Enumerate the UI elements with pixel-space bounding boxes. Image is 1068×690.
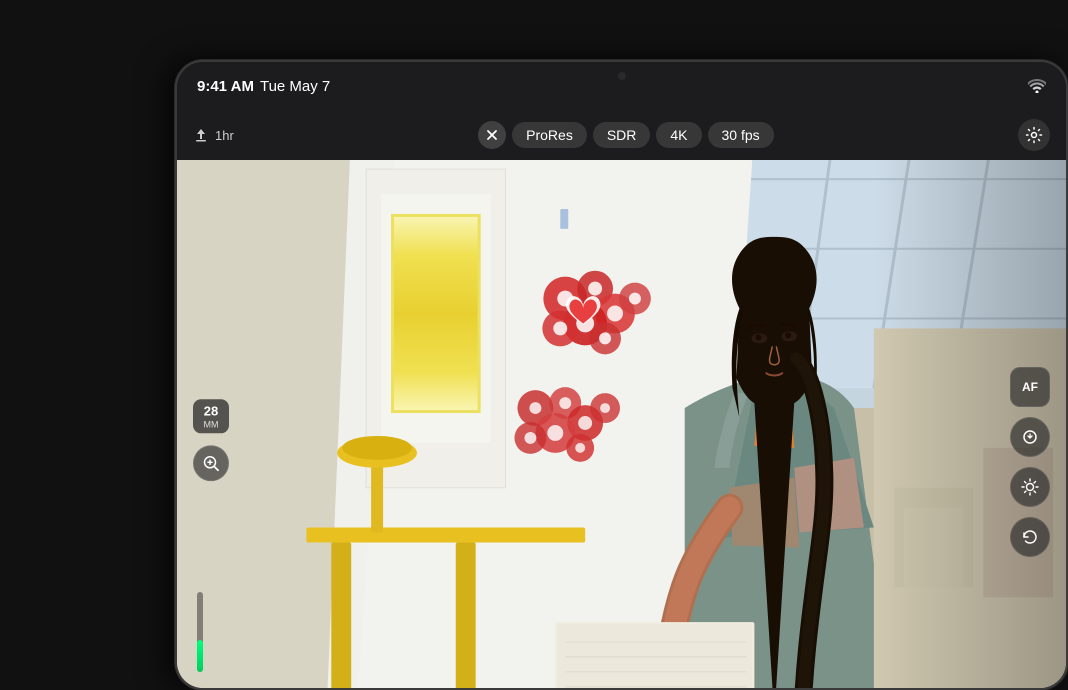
exposure-bar [197,592,203,672]
wifi-icon [1028,79,1046,93]
download-button[interactable] [1010,417,1050,457]
focal-length-badge: 28 MM [193,399,229,433]
af-label: AF [1022,380,1038,394]
framerate-pill[interactable]: 30 fps [708,122,774,148]
settings-button[interactable] [1018,119,1050,151]
status-left: 9:41 AM Tue May 7 [197,78,330,95]
download-icon [1021,428,1039,446]
ipad-frame: 9:41 AM Tue May 7 1h [175,60,1068,690]
top-controls-right [1018,119,1050,151]
top-controls-bar: 1hr ProRes SDR 4K 30 fps [177,110,1066,160]
brightness-button[interactable] [1010,467,1050,507]
status-bar: 9:41 AM Tue May 7 [177,62,1066,110]
top-controls-left: 1hr [193,127,234,143]
close-button[interactable] [478,121,506,149]
camera-viewfinder: 28 MM AF [177,160,1066,688]
reset-icon [1021,528,1039,546]
status-date: Tue May 7 [260,78,330,95]
reset-button[interactable] [1010,517,1050,557]
focal-length-value: 28 [199,403,223,419]
arrow-up-icon [193,127,209,143]
zoom-icon [202,455,220,473]
upload-timer-text: 1hr [215,128,234,143]
brightness-icon [1021,478,1039,496]
top-controls-center: ProRes SDR 4K 30 fps [478,121,774,149]
status-time: 9:41 AM [197,78,254,95]
gear-icon [1025,126,1043,144]
af-button[interactable]: AF [1010,367,1050,407]
status-right [1028,79,1046,93]
exposure-fill [197,640,203,672]
resolution-pill[interactable]: 4K [656,122,701,148]
outer-background: 9:41 AM Tue May 7 1h [0,0,1068,690]
zoom-button[interactable] [193,446,229,482]
camera-dot [618,72,626,80]
left-controls: 28 MM [193,399,229,481]
close-icon [486,129,498,141]
prores-pill[interactable]: ProRes [512,122,587,148]
right-controls: AF [1010,367,1050,557]
camera-scene [177,160,1066,688]
sdr-pill[interactable]: SDR [593,122,651,148]
focal-length-unit: MM [199,419,223,430]
